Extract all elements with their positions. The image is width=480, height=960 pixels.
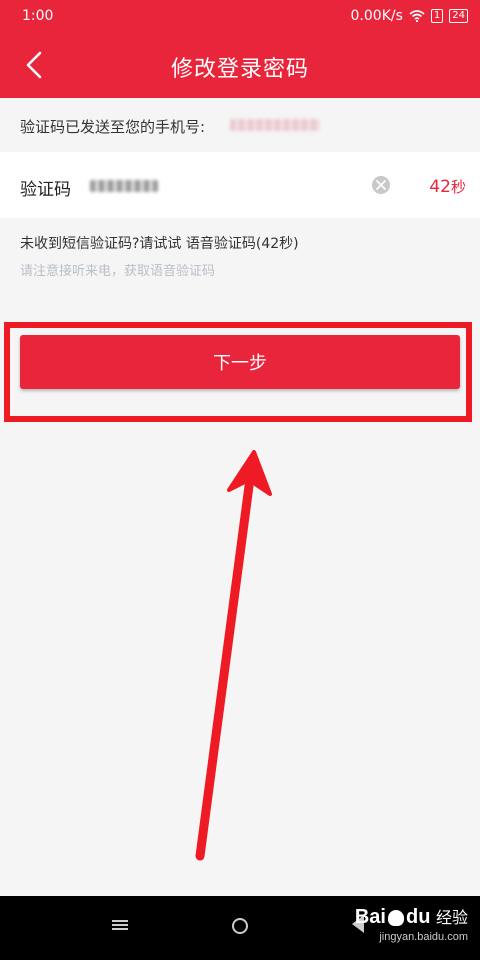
nav-menu-button[interactable] xyxy=(112,918,128,934)
voice-code-prompt: 未收到短信验证码?请试试 语音验证码(42秒) xyxy=(20,233,299,253)
status-right: 0.00K/s 1 24 xyxy=(351,8,468,24)
clear-button[interactable] xyxy=(372,176,390,194)
nav-home-button[interactable] xyxy=(232,918,248,934)
verification-code-row: 验证码 xyxy=(0,152,480,218)
watermark-logo: Bai du 经验 xyxy=(354,906,468,928)
status-time: 1:00 xyxy=(22,8,54,24)
status-bar: 1:00 0.00K/s 1 24 xyxy=(0,0,480,32)
network-speed: 0.00K/s xyxy=(350,8,403,24)
countdown-value: 42 xyxy=(429,177,451,197)
countdown-unit: 秒 xyxy=(450,178,466,196)
masked-code-value xyxy=(90,180,158,192)
watermark-url: jingyan.baidu.com xyxy=(379,931,468,943)
voice-prompt-text: 未收到短信验证码?请试试 xyxy=(20,236,182,252)
verification-code-input[interactable] xyxy=(90,169,360,203)
clear-circle-icon xyxy=(376,180,386,190)
app-header: 修改登录密码 xyxy=(0,32,480,98)
verification-code-label: 验证码 xyxy=(20,180,71,200)
code-countdown: 42秒 xyxy=(429,176,466,197)
masked-phone-number xyxy=(230,119,320,131)
page-title: 修改登录密码 xyxy=(170,57,309,82)
baidu-paw-icon xyxy=(387,909,404,926)
sent-notice: 验证码已发送至您的手机号: xyxy=(0,98,480,152)
voice-code-link[interactable]: 语音验证码(42秒) xyxy=(186,236,299,252)
voice-code-note: 请注意接听来电，获取语音验证码 xyxy=(20,264,216,279)
sim-badge: 1 xyxy=(430,9,444,23)
next-step-button[interactable]: 下一步 xyxy=(20,335,460,389)
wifi-icon xyxy=(409,10,425,22)
battery-icon: 24 xyxy=(449,9,468,23)
baidu-jingyan-watermark: Bai du 经验 jingyan.baidu.com xyxy=(355,904,468,943)
sent-notice-label: 验证码已发送至您的手机号: xyxy=(20,118,206,136)
